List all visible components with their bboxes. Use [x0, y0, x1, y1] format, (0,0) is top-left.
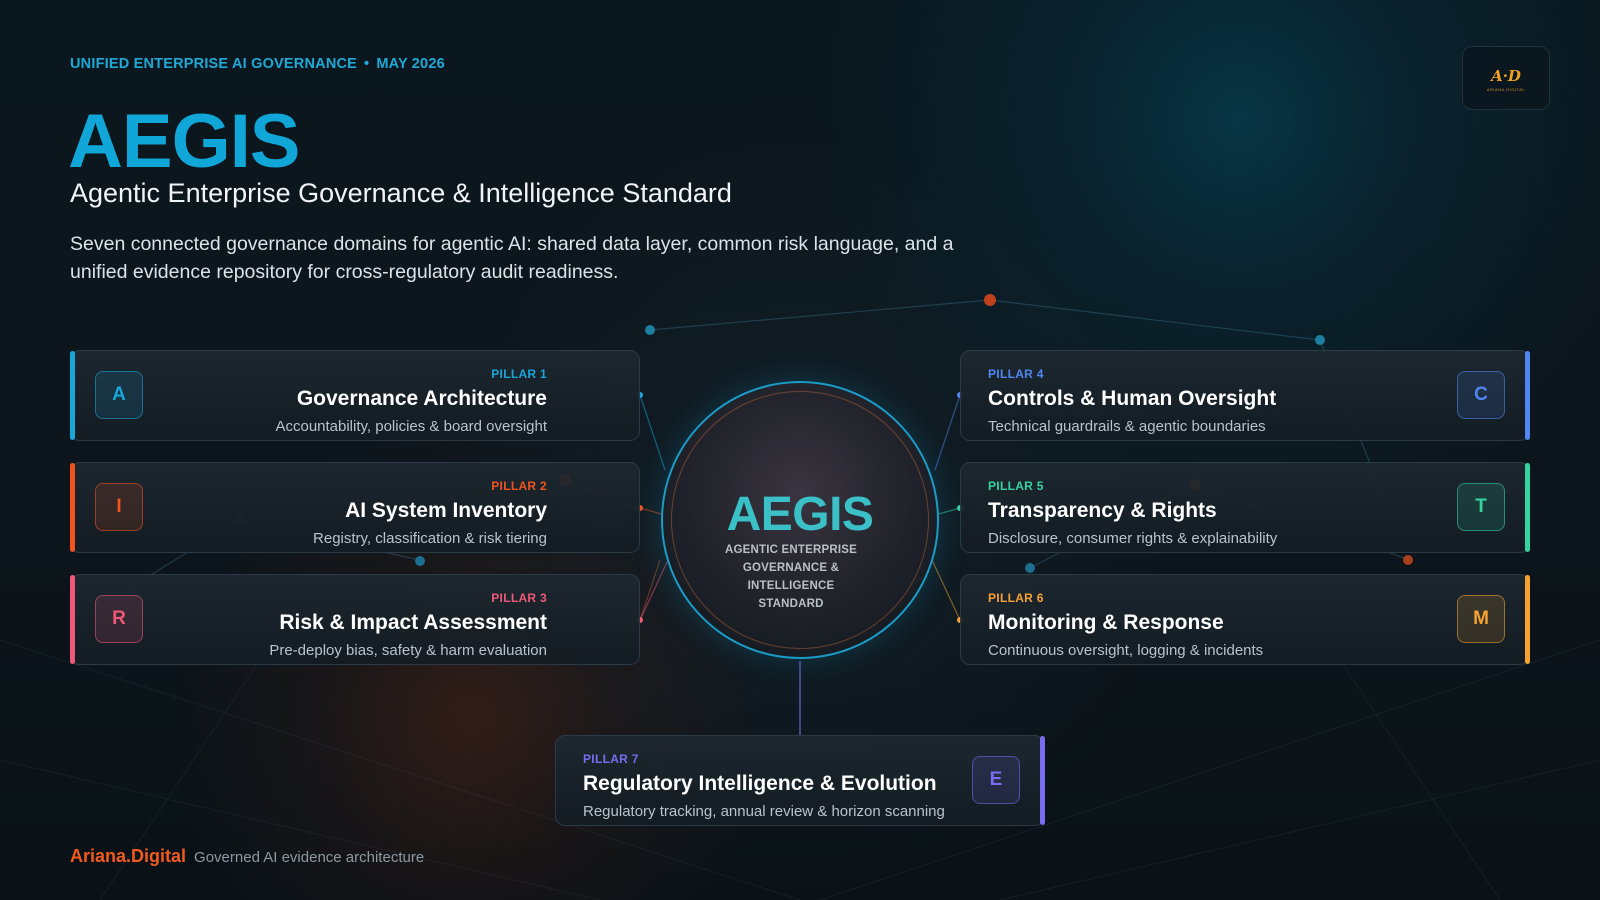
- pillar-number: PILLAR 3: [491, 591, 547, 605]
- eyebrow-separator: •: [364, 56, 370, 72]
- hub-subtitle-line: GOVERNANCE &: [742, 562, 840, 574]
- footer: Ariana.Digital Governed AI evidence archi…: [70, 846, 424, 867]
- company-logo: A·D ARIANA.DIGITAL: [1462, 46, 1550, 110]
- pillar-text: PILLAR 7 Regulatory Intelligence & Evolu…: [583, 752, 945, 820]
- pillar-number: PILLAR 1: [491, 367, 547, 381]
- pillar-accent-bar: [1040, 736, 1045, 825]
- pillar-letter-badge: M: [1457, 595, 1505, 643]
- logo-wordmark: ARIANA.DIGITAL: [1486, 87, 1526, 92]
- pillar-title: Risk & Impact Assessment: [279, 611, 547, 634]
- pillar-text: PILLAR 4 Controls & Human Oversight Tech…: [988, 367, 1276, 435]
- pillar-title: Controls & Human Oversight: [988, 387, 1277, 410]
- pillar-text: PILLAR 2 AI System Inventory Registry, c…: [313, 479, 547, 547]
- eyebrow-date: MAY 2026: [376, 56, 445, 72]
- pillar-description: Accountability, policies & board oversig…: [275, 418, 547, 435]
- pillar-card-ai-system-inventory: I PILLAR 2 AI System Inventory Registry,…: [70, 462, 640, 553]
- hub-subtitle-line: INTELLIGENCE: [747, 580, 835, 592]
- pillar-accent-bar: [70, 351, 75, 440]
- pillar-number: PILLAR 7: [583, 752, 639, 766]
- pillar-description: Continuous oversight, logging & incident…: [988, 642, 1264, 659]
- pillar-description: Pre-deploy bias, safety & harm evaluatio…: [269, 642, 547, 659]
- pillar-title: Regulatory Intelligence & Evolution: [583, 772, 937, 795]
- pillar-description: Disclosure, consumer rights & explainabi…: [988, 530, 1278, 547]
- pillar-text: PILLAR 1 Governance Architecture Account…: [275, 367, 547, 435]
- pillar-text: PILLAR 3 Risk & Impact Assessment Pre-de…: [269, 591, 547, 659]
- pillar-letter-badge: C: [1457, 371, 1505, 419]
- pillar-title: AI System Inventory: [345, 499, 547, 522]
- page-title: AEGIS: [68, 99, 300, 184]
- pillar-letter-badge: R: [95, 595, 143, 643]
- pillar-card-governance-architecture: A PILLAR 1 Governance Architecture Accou…: [70, 350, 640, 441]
- pillar-letter-badge: E: [972, 756, 1020, 804]
- pillar-card-regulatory-intelligence: E PILLAR 7 Regulatory Intelligence & Evo…: [555, 735, 1045, 826]
- hub-subtitle-line: AGENTIC ENTERPRISE: [724, 544, 858, 556]
- pillar-card-monitoring-response: M PILLAR 6 Monitoring & Response Continu…: [960, 574, 1530, 665]
- eyebrow-topic: UNIFIED ENTERPRISE AI GOVERNANCE: [70, 56, 358, 72]
- pillar-accent-bar: [70, 463, 75, 552]
- pillar-description: Technical guardrails & agentic boundarie…: [988, 418, 1266, 435]
- pillar-letter-badge: T: [1457, 483, 1505, 531]
- pillar-accent-bar: [1525, 463, 1530, 552]
- pillar-accent-bar: [1525, 351, 1530, 440]
- hub-subtitle-line: STANDARD: [758, 598, 824, 610]
- pillar-title: Governance Architecture: [296, 387, 547, 410]
- footer-brand: Ariana.Digital: [70, 846, 187, 866]
- pillar-card-risk-impact-assessment: R PILLAR 3 Risk & Impact Assessment Pre-…: [70, 574, 640, 665]
- pillar-card-transparency-rights: T PILLAR 5 Transparency & Rights Disclos…: [960, 462, 1530, 553]
- page-subtitle: Agentic Enterprise Governance & Intellig…: [70, 178, 732, 208]
- central-hub: AEGIS AGENTIC ENTERPRISE GOVERNANCE & IN…: [661, 381, 939, 659]
- pillar-title: Transparency & Rights: [988, 499, 1217, 522]
- pillar-accent-bar: [70, 575, 75, 664]
- pillar-text: PILLAR 5 Transparency & Rights Disclosur…: [988, 479, 1277, 547]
- pillar-description: Regulatory tracking, annual review & hor…: [583, 803, 945, 820]
- pillar-text: PILLAR 6 Monitoring & Response Continuou…: [988, 591, 1263, 659]
- pillar-number: PILLAR 6: [988, 591, 1044, 605]
- eyebrow: UNIFIED ENTERPRISE AI GOVERNANCE • MAY 202…: [70, 56, 445, 72]
- pillar-number: PILLAR 2: [491, 479, 547, 493]
- pillar-accent-bar: [1525, 575, 1530, 664]
- pillar-number: PILLAR 5: [988, 479, 1044, 493]
- hub-title: AEGIS: [726, 488, 874, 541]
- pillar-card-controls-human-oversight: C PILLAR 4 Controls & Human Oversight Te…: [960, 350, 1530, 441]
- page-description: Seven connected governance domains for a…: [70, 233, 954, 283]
- pillar-description: Registry, classification & risk tiering: [313, 530, 547, 547]
- hub-subtitle: AGENTIC ENTERPRISE GOVERNANCE & INTELLIG…: [721, 541, 861, 613]
- pillar-title: Monitoring & Response: [988, 611, 1224, 634]
- pillar-letter-badge: I: [95, 483, 143, 531]
- pillar-number: PILLAR 4: [988, 367, 1044, 381]
- pillar-letter-badge: A: [95, 371, 143, 419]
- logo-mark: A·D: [1491, 67, 1521, 85]
- footer-tagline: Governed AI evidence architecture: [194, 849, 425, 866]
